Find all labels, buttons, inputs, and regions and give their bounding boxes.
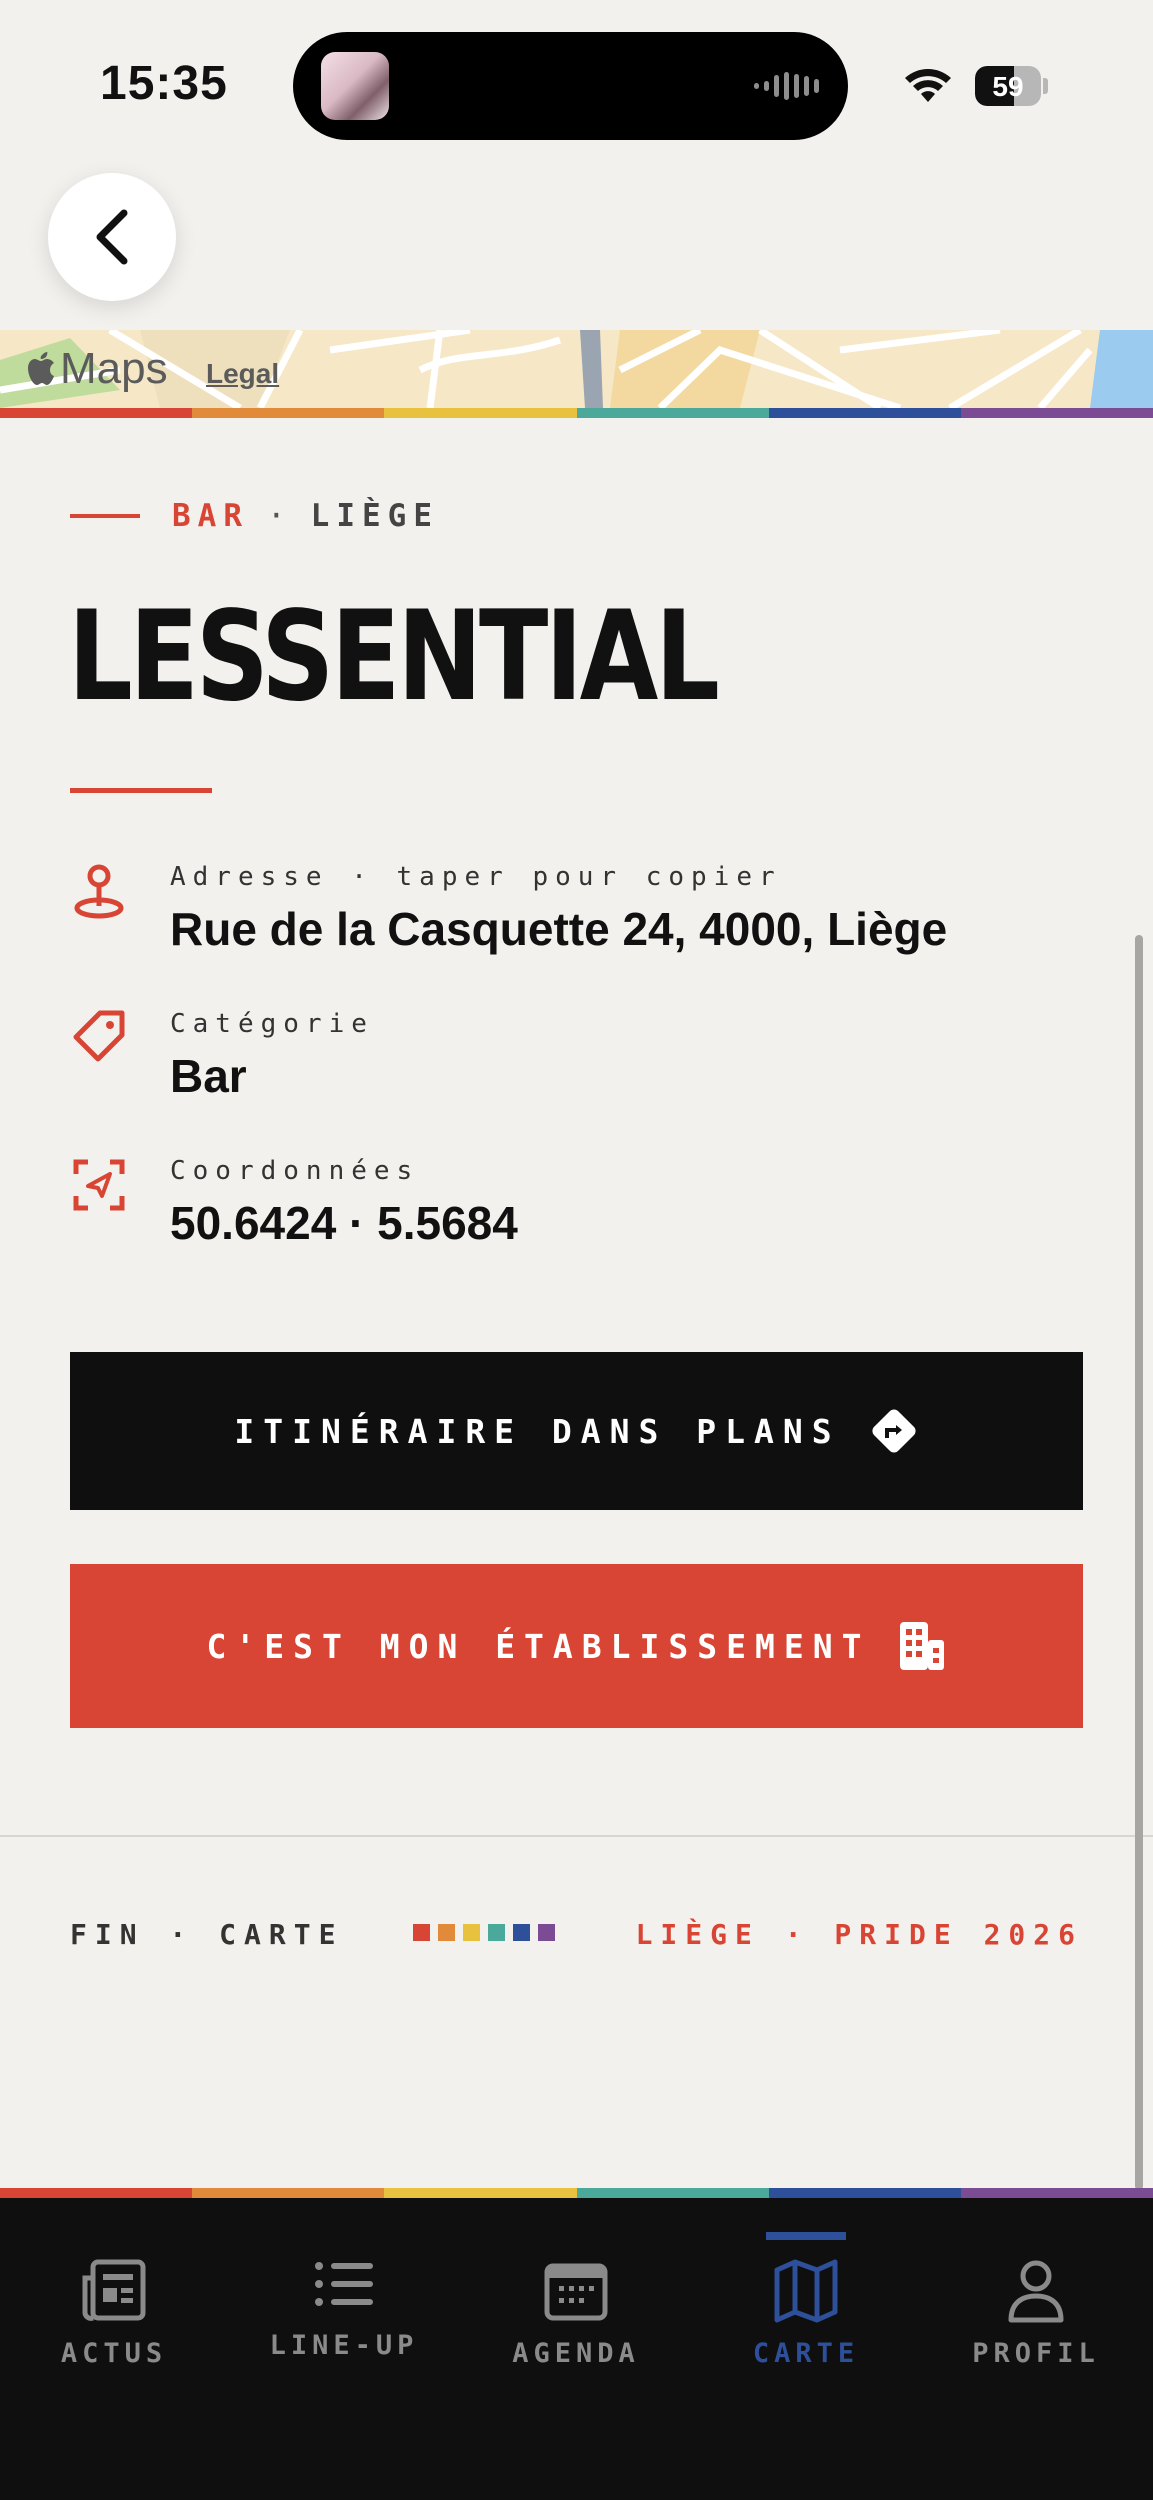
tab-label: PROFIL: [972, 2338, 1100, 2369]
now-playing-artwork[interactable]: [321, 52, 389, 120]
wifi-icon: [905, 69, 951, 102]
tab-profil[interactable]: PROFIL: [946, 2198, 1126, 2418]
tag-icon: [73, 1010, 125, 1062]
scrollbar[interactable]: [1135, 935, 1143, 2190]
coordinates-label: Coordonnées: [170, 1156, 420, 1186]
claim-business-label: C'EST MON ÉTABLISSEMENT: [206, 1626, 871, 1666]
footer-pride-label: LIÈGE · PRIDE 2026: [635, 1918, 1083, 1951]
venue-title: LESSENTIAL: [68, 585, 720, 729]
venue-category-tag: BAR: [172, 498, 249, 534]
apple-maps-logo: Maps: [28, 344, 168, 394]
title-underline: [70, 788, 212, 793]
tab-bar: ACTUS LINE-UP AGENDA CARTE PROFIL: [0, 2198, 1153, 2500]
address-row[interactable]: Adresse · taper pour copier Rue de la Ca…: [70, 862, 1083, 962]
rainbow-divider-top: [0, 408, 1153, 418]
list-icon: [315, 2262, 373, 2306]
claim-business-button[interactable]: C'EST MON ÉTABLISSEMENT: [70, 1564, 1083, 1728]
footer-end-label: FIN · CARTE: [70, 1918, 344, 1951]
tab-label: ACTUS: [60, 2338, 168, 2369]
venue-city-tag: LIÈGE: [310, 498, 439, 534]
directions-button-label: ITINÉRAIRE DANS PLANS: [234, 1411, 841, 1451]
address-label: Adresse · taper pour copier: [170, 862, 782, 892]
category-value: Bar: [170, 1050, 247, 1102]
maps-brand-text: Maps: [60, 344, 168, 393]
tab-actus[interactable]: ACTUS: [24, 2198, 204, 2418]
pride-color-squares: [413, 1924, 555, 1941]
audio-waveform-icon: [754, 72, 819, 100]
kicker-accent-line: [70, 514, 140, 518]
back-button[interactable]: [48, 173, 176, 301]
category-label: Catégorie: [170, 1009, 374, 1039]
tab-label: LINE-UP: [269, 2330, 419, 2361]
map-streets: [0, 330, 1153, 408]
directions-icon: [872, 1409, 916, 1453]
tab-label: AGENDA: [512, 2338, 640, 2369]
tab-agenda[interactable]: AGENDA: [486, 2198, 666, 2418]
kicker-separator: ·: [267, 498, 293, 534]
venue-kicker: BAR · LIÈGE: [70, 498, 439, 534]
building-icon: [900, 1622, 945, 1670]
section-divider: [0, 1835, 1153, 1837]
maps-legal-link[interactable]: Legal: [206, 358, 279, 390]
battery-tip: [1043, 78, 1048, 94]
tab-line-up[interactable]: LINE-UP: [254, 2198, 434, 2418]
category-row: Catégorie Bar: [70, 1009, 1083, 1109]
content-footer: FIN · CARTE LIÈGE · PRIDE 2026: [70, 1918, 1083, 1958]
active-tab-indicator: [766, 2232, 846, 2240]
map-icon: [774, 2259, 838, 2323]
status-time: 15:35: [100, 57, 228, 110]
map-view[interactable]: Maps Legal: [0, 330, 1153, 408]
dynamic-island[interactable]: [293, 32, 848, 140]
person-icon: [1008, 2260, 1064, 2323]
battery-level: 59: [992, 71, 1024, 102]
tab-label: CARTE: [752, 2338, 860, 2369]
location-scan-icon: [73, 1159, 125, 1211]
calendar-icon: [544, 2263, 608, 2321]
tab-carte[interactable]: CARTE: [716, 2198, 896, 2418]
newspaper-icon: [82, 2259, 146, 2321]
status-bar: 15:35 59: [0, 0, 1153, 170]
rainbow-divider-bottom: [0, 2188, 1153, 2198]
location-pin-icon: [74, 864, 124, 919]
directions-button[interactable]: ITINÉRAIRE DANS PLANS: [70, 1352, 1083, 1510]
coordinates-row: Coordonnées 50.6424 · 5.5684: [70, 1156, 1083, 1256]
chevron-left-icon: [96, 209, 128, 265]
apple-logo-icon: [28, 352, 54, 385]
battery-icon: 59: [975, 66, 1041, 106]
coordinates-value: 50.6424 · 5.5684: [170, 1197, 518, 1249]
address-value[interactable]: Rue de la Casquette 24, 4000, Liège: [170, 902, 947, 956]
